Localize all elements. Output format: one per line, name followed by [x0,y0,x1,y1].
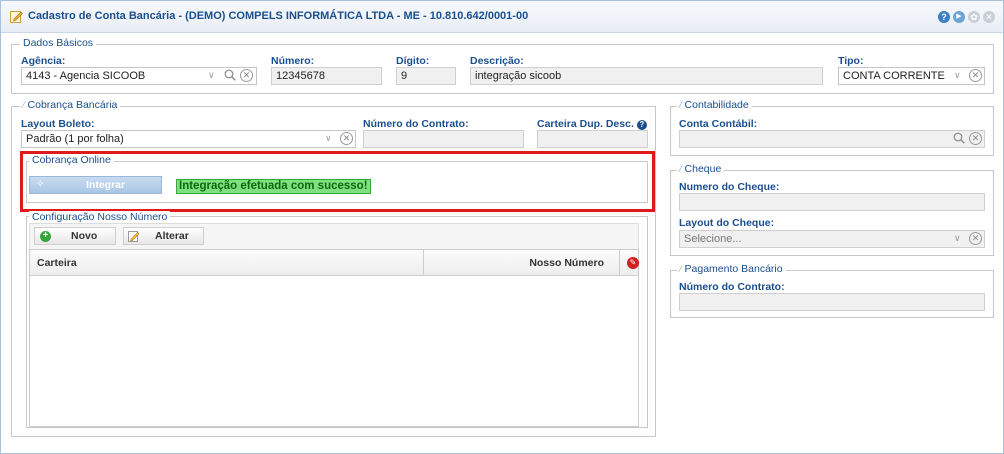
layout-cheque-label: Layout do Cheque: [679,217,775,229]
highlight-box [20,151,655,212]
cheque-legend: ⁄ Cheque [677,163,725,175]
pagamento-contrato-field[interactable] [679,293,985,311]
numero-label: Número: [271,55,315,67]
collapse-icon[interactable]: ⁄ [680,264,682,274]
dados-basicos-legend: Dados Básicos [20,37,97,49]
collapse-icon[interactable]: ⁄ [680,100,682,110]
tipo-select[interactable]: CONTA CORRENTE [838,67,985,85]
clear-icon[interactable]: ✕ [969,69,982,82]
tipo-label: Tipo: [838,55,864,67]
help-icon[interactable]: ? [938,11,950,23]
tipo-value: CONTA CORRENTE [843,70,945,82]
numero-field[interactable]: 12345678 [271,67,382,85]
chevron-down-icon[interactable]: ∨ [954,70,961,81]
numero-contrato-label: Número do Contrato: [363,118,469,130]
conta-contabil-field[interactable] [679,130,985,148]
layout-boleto-value: Padrão (1 por folha) [26,133,124,145]
cobranca-bancaria-legend: ⁄ Cobrança Bancária [20,99,121,111]
carteira-dup-field[interactable] [537,130,648,148]
add-icon: + [40,231,51,242]
numero-cheque-field[interactable] [679,193,985,211]
descricao-label: Descrição: [470,55,524,67]
search-icon[interactable] [224,69,236,81]
column-header-carteira[interactable]: Carteira [37,257,77,269]
digito-field[interactable]: 9 [396,67,456,85]
column-divider [619,250,620,276]
gear-icon[interactable]: ✿ [968,11,980,23]
column-header-nosso-numero[interactable]: Nosso Número [529,257,604,269]
nosso-numero-legend: Configuração Nosso Número [29,211,171,223]
chevron-down-icon[interactable]: ∨ [208,70,215,81]
clear-icon[interactable]: ✕ [340,132,353,145]
layout-boleto-label: Layout Boleto: [21,118,95,130]
digito-label: Dígito: [396,55,430,67]
layout-cheque-placeholder: Selecione... [684,233,742,245]
grid-header: Carteira Nosso Número ✎ [30,250,639,276]
pagamento-contrato-label: Número do Contrato: [679,281,785,293]
delete-icon[interactable]: ✎ [627,257,639,269]
play-icon[interactable]: ▶ [953,11,965,23]
edit-form-icon [10,11,23,23]
close-icon[interactable]: ✕ [983,11,995,23]
search-icon[interactable] [953,132,965,144]
conta-contabil-label: Conta Contábil: [679,118,758,130]
novo-button[interactable]: + Novo [34,227,116,245]
agencia-select[interactable]: 4143 - Agencia SICOOB [21,67,257,85]
layout-cheque-select[interactable]: Selecione... [679,230,985,248]
agencia-label: Agência: [21,55,66,67]
window-title: Cadastro de Conta Bancária - (DEMO) COMP… [28,10,529,22]
conta-bancaria-window: Cadastro de Conta Bancária - (DEMO) COMP… [0,0,1004,454]
carteira-dup-label: Carteira Dup. Desc. ? [537,118,647,130]
clear-icon[interactable]: ✕ [240,69,253,82]
collapse-icon[interactable]: ⁄ [680,164,682,174]
clear-icon[interactable]: ✕ [969,132,982,145]
clear-icon[interactable]: ✕ [969,232,982,245]
chevron-down-icon[interactable]: ∨ [954,233,961,244]
pagamento-bancario-legend: ⁄ Pagamento Bancário [677,263,786,275]
collapse-icon[interactable]: ⁄ [23,100,25,110]
contabilidade-legend: ⁄ Contabilidade [677,99,752,111]
numero-contrato-field[interactable] [363,130,524,148]
nosso-numero-toolbar [29,223,639,249]
info-icon[interactable]: ? [636,120,647,130]
chevron-down-icon[interactable]: ∨ [325,133,332,144]
layout-boleto-select[interactable]: Padrão (1 por folha) [21,130,356,148]
column-divider [423,250,424,276]
agencia-value: 4143 - Agencia SICOOB [26,70,146,82]
title-bar: Cadastro de Conta Bancária - (DEMO) COMP… [1,1,1003,33]
numero-cheque-label: Numero do Cheque: [679,181,780,193]
alterar-button[interactable]: Alterar [123,227,204,245]
descricao-field[interactable]: integração sicoob [470,67,823,85]
edit-icon [128,231,140,242]
